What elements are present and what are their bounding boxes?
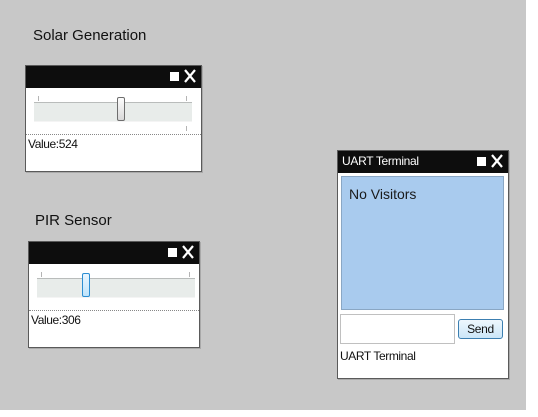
pir-slider[interactable] [29, 264, 199, 310]
send-button[interactable]: Send [458, 319, 503, 339]
square-icon[interactable] [170, 72, 179, 81]
solar-widget-titlebar[interactable] [26, 66, 201, 88]
slider-track[interactable] [34, 102, 192, 122]
dashboard-panel: Solar Generation Value:524 PIR Sensor Va… [0, 0, 526, 410]
close-icon[interactable] [183, 68, 197, 84]
uart-output: No Visitors [341, 176, 504, 310]
close-icon[interactable] [490, 153, 504, 169]
slider-thumb[interactable] [82, 273, 90, 297]
slider-tick [186, 96, 187, 101]
pir-widget-titlebar[interactable] [29, 242, 199, 264]
uart-terminal-widget: UART Terminal No Visitors Send UART Term… [337, 150, 509, 379]
uart-output-text: No Visitors [349, 186, 417, 202]
slider-track[interactable] [37, 278, 195, 298]
solar-slider[interactable] [26, 88, 201, 134]
solar-value: Value:524 [26, 134, 201, 155]
pir-value: Value:306 [29, 310, 199, 331]
uart-title: UART Terminal [342, 154, 419, 168]
slider-tick [41, 272, 42, 277]
screen: Solar Generation Value:524 PIR Sensor Va… [0, 0, 538, 417]
close-icon[interactable] [181, 244, 195, 260]
pir-sensor-label: PIR Sensor [35, 212, 112, 229]
slider-tick [189, 272, 190, 277]
slider-tick [186, 126, 187, 131]
solar-generation-label: Solar Generation [33, 27, 147, 44]
uart-input[interactable] [340, 314, 455, 344]
uart-footer-label: UART Terminal [340, 349, 416, 363]
uart-titlebar[interactable]: UART Terminal [338, 151, 508, 173]
solar-generation-widget: Value:524 [25, 65, 202, 172]
slider-thumb[interactable] [116, 97, 125, 121]
slider-tick [38, 96, 39, 101]
pir-sensor-widget: Value:306 [28, 241, 200, 348]
square-icon[interactable] [168, 248, 177, 257]
square-icon[interactable] [477, 157, 486, 166]
